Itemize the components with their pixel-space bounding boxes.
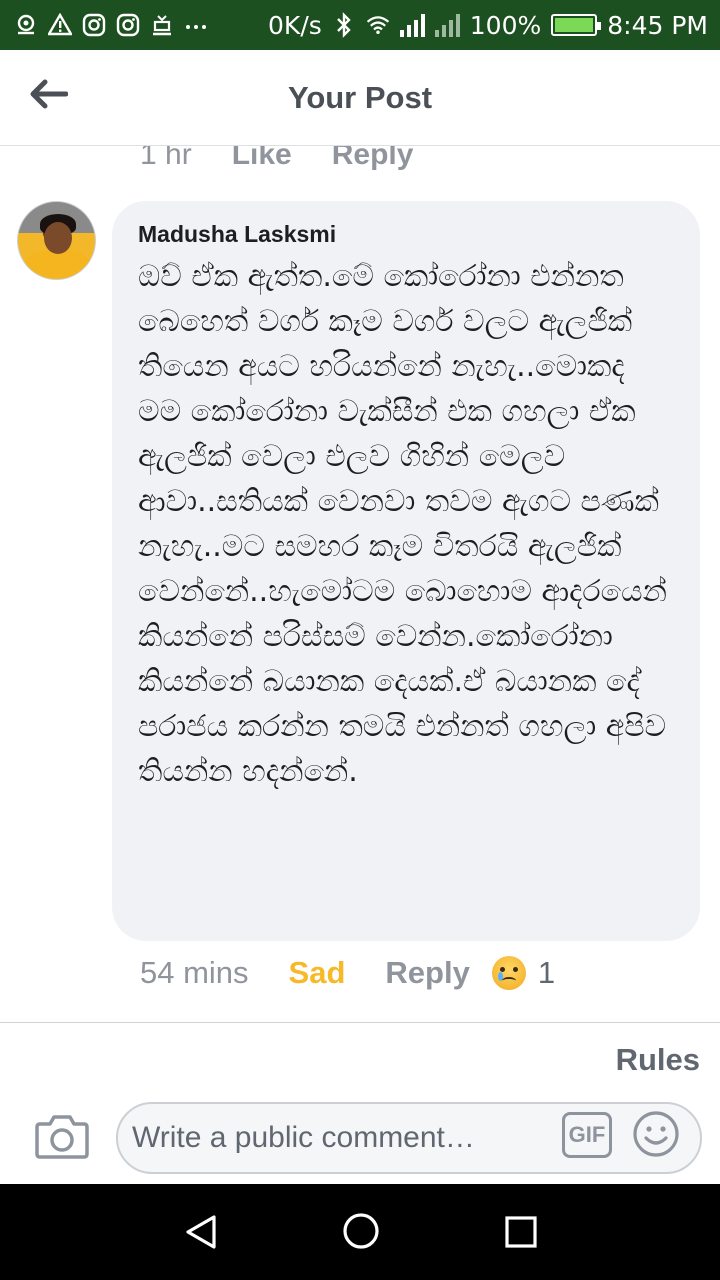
location-icon xyxy=(14,13,38,37)
instagram-icon xyxy=(82,13,106,37)
comment-time: 54 mins xyxy=(140,955,249,990)
smiley-icon xyxy=(633,1111,679,1157)
nav-home-icon[interactable] xyxy=(342,1212,380,1250)
sad-face-icon[interactable] xyxy=(491,956,526,990)
rules-link[interactable]: Rules xyxy=(616,1042,700,1078)
reaction-button[interactable]: Sad xyxy=(289,955,346,991)
signal-icon xyxy=(399,13,425,37)
camera-icon xyxy=(35,1115,89,1159)
gif-button[interactable]: GIF xyxy=(562,1112,612,1158)
battery-percent: 100% xyxy=(469,10,542,40)
clock: 8:45 PM xyxy=(607,10,708,40)
previous-like-button[interactable]: Like xyxy=(232,146,292,172)
android-debug-icon xyxy=(150,13,174,37)
comment-text: ඔව් ඒක ඇත්ත.මේ කෝරෝනා එන්නත බෙහෙත් වර්ග … xyxy=(138,259,667,789)
comment-composer: Write a public comment… GIF xyxy=(0,1098,720,1184)
status-left xyxy=(14,13,208,37)
page-title: Your Post xyxy=(287,80,433,115)
network-speed: 0K/s xyxy=(268,10,322,40)
status-bar: 0K/s 100% 8:45 PM xyxy=(0,0,720,50)
emoji-button[interactable] xyxy=(632,1110,680,1158)
avatar[interactable] xyxy=(17,201,96,280)
comment-bubble[interactable]: Madusha Lasksmi ඔව් ඒක ඇත්ත.මේ කෝරෝනා එන… xyxy=(112,201,700,941)
camera-button[interactable] xyxy=(34,1112,90,1160)
reply-button[interactable]: Reply xyxy=(385,955,469,991)
comment-actions: 54 mins Sad Reply 1 xyxy=(140,955,555,991)
previous-comment-actions: 1 hr Like Reply xyxy=(140,146,700,178)
bluetooth-icon xyxy=(332,12,356,38)
signal-no-sim-icon xyxy=(434,13,460,37)
comment-input[interactable]: Write a public comment… xyxy=(116,1102,702,1174)
wifi-icon xyxy=(366,13,390,37)
nav-recent-icon[interactable] xyxy=(504,1215,538,1249)
instagram-icon xyxy=(116,13,140,37)
divider xyxy=(0,1022,720,1023)
nav-back-icon[interactable] xyxy=(182,1212,222,1252)
battery-icon xyxy=(551,14,602,36)
more-icon xyxy=(184,13,208,37)
previous-reply-button[interactable]: Reply xyxy=(332,146,414,172)
comment-author[interactable]: Madusha Lasksmi xyxy=(138,221,674,248)
navigation-bar xyxy=(0,1184,720,1280)
warning-icon xyxy=(48,13,72,37)
app-bar: Your Post xyxy=(0,50,720,146)
battery-level xyxy=(555,18,594,32)
previous-comment-time: 1 hr xyxy=(140,146,192,171)
reaction-count[interactable]: 1 xyxy=(538,955,555,991)
status-right: 0K/s 100% 8:45 PM xyxy=(268,11,708,40)
